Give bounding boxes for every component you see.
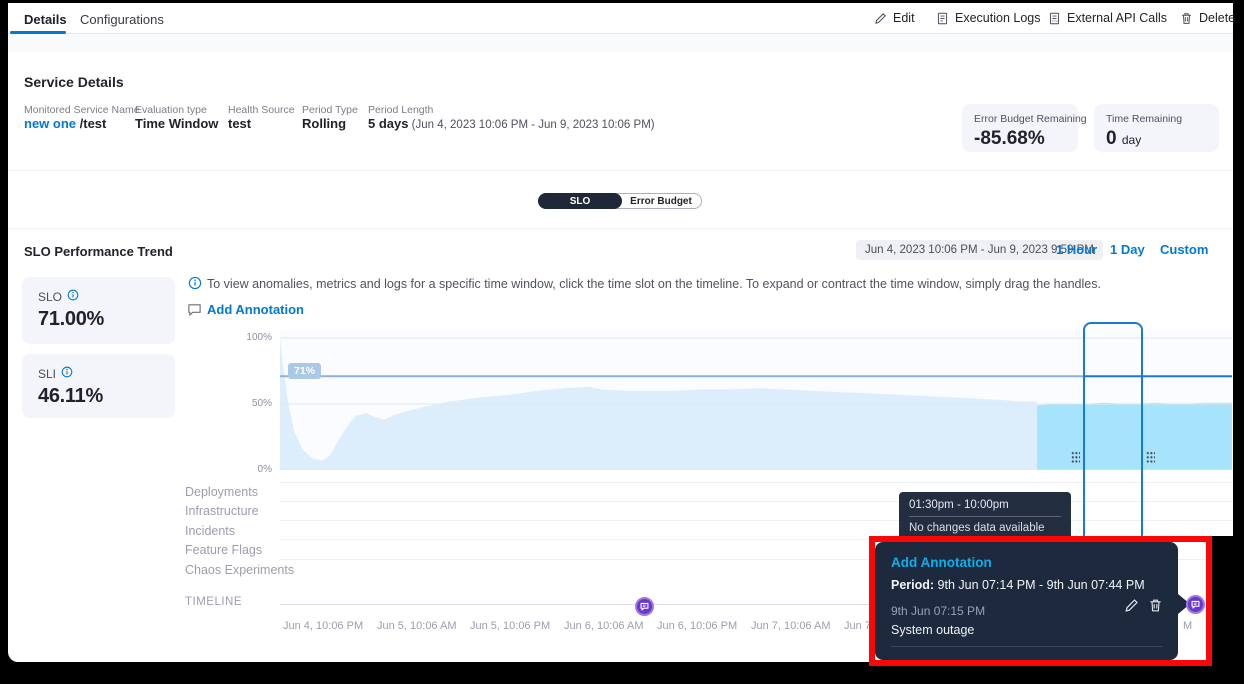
toggle-error-budget[interactable]: Error Budget <box>621 194 701 208</box>
annotation-bubble-icon <box>187 302 202 322</box>
delete-label: Delete <box>1199 11 1235 25</box>
range-1-day[interactable]: 1 Day <box>1110 242 1145 257</box>
period-length-range: (Jun 4, 2023 10:06 PM - Jun 9, 2023 10:0… <box>408 119 654 131</box>
row-label-feature-flags: Feature Flags <box>185 543 262 557</box>
time-remaining-card: Time Remaining 0 day <box>1094 104 1219 152</box>
sli-card-label: SLI <box>38 367 56 381</box>
field-label: Monitored Service Name <box>24 104 140 116</box>
pencil-icon <box>874 12 887 25</box>
service-details-title: Service Details <box>24 74 124 90</box>
execution-logs-label: Execution Logs <box>955 11 1040 25</box>
field-label: Period Length <box>368 104 433 116</box>
row-label-deployments: Deployments <box>185 485 258 499</box>
popup-period-value: 9th Jun 07:14 PM - 9th Jun 07:44 PM <box>934 578 1145 592</box>
tooltip-divider <box>909 516 1061 517</box>
trash-icon <box>1180 12 1193 25</box>
popup-add-annotation-link[interactable]: Add Annotation <box>891 555 1162 570</box>
x-axis-label-fragment: M <box>1183 620 1192 632</box>
execution-logs-button[interactable]: Execution Logs <box>936 11 1040 25</box>
service-link[interactable]: new one <box>24 116 76 131</box>
x-axis-label: Jun 5, 10:06 AM <box>377 620 457 632</box>
timeline-info-text: To view anomalies, metrics and logs for … <box>207 277 1157 291</box>
popup-period-label: Period: <box>891 578 934 592</box>
popup-divider <box>891 646 1162 647</box>
monitored-service-name: new one /test <box>24 116 106 131</box>
timeline-label: TIMELINE <box>185 596 242 608</box>
edit-label: Edit <box>893 11 915 25</box>
x-axis-label: Jun 6, 10:06 AM <box>564 620 644 632</box>
toggle-slo[interactable]: SLO <box>538 193 622 209</box>
document-icon <box>936 12 949 25</box>
tooltip-time-range: 01:30pm - 10:00pm <box>909 499 1061 511</box>
section-gap-band <box>8 34 1233 52</box>
field-label: Health Source <box>228 104 295 116</box>
edit-button[interactable]: Edit <box>874 11 915 25</box>
trend-title: SLO Performance Trend <box>24 244 173 259</box>
info-icon[interactable] <box>188 276 202 295</box>
popup-period: Period: 9th Jun 07:14 PM - 9th Jun 07:44… <box>891 578 1162 592</box>
section-divider <box>8 170 1233 171</box>
tab-bar: Details Configurations Edit Execution Lo… <box>8 3 1233 34</box>
time-selection-window[interactable] <box>1083 322 1143 542</box>
speech-bubble-icon <box>639 601 650 612</box>
popup-entry-text: System outage <box>891 623 1162 637</box>
slo-card-label: SLO <box>38 290 62 304</box>
edit-annotation-icon[interactable] <box>1124 598 1139 618</box>
stat-label: Time Remaining <box>1106 113 1207 125</box>
stat-value: -85.68% <box>974 128 1066 150</box>
row-label-infrastructure: Infrastructure <box>185 504 259 518</box>
row-label-incidents: Incidents <box>185 524 235 538</box>
health-source-value: test <box>228 116 251 131</box>
slo-card: SLO 71.00% <box>22 277 175 344</box>
view-toggle: SLO Error Budget <box>538 193 702 209</box>
sli-card-value: 46.11% <box>38 385 159 408</box>
y-axis-tick: 0% <box>232 464 272 475</box>
x-axis-label: Jun 4, 10:06 PM <box>283 620 363 632</box>
tab-details[interactable]: Details <box>24 12 67 27</box>
range-1-hour[interactable]: 1 Hour <box>1056 242 1097 257</box>
evaluation-type-value: Time Window <box>135 116 218 131</box>
x-axis-label: Jun 6, 10:06 PM <box>657 620 737 632</box>
selection-left-handle[interactable] <box>1071 451 1080 463</box>
active-tab-underline <box>10 31 66 34</box>
period-length-value: 5 days (Jun 4, 2023 10:06 PM - Jun 9, 20… <box>368 116 655 131</box>
row-label-chaos-experiments: Chaos Experiments <box>185 563 294 577</box>
slo-target-badge: 71% <box>288 363 321 379</box>
sli-card: SLI 46.11% <box>22 354 175 418</box>
time-remaining-unit: day <box>1122 133 1141 147</box>
x-axis-label: Jun 7, 10:06 AM <box>751 620 831 632</box>
external-api-calls-label: External API Calls <box>1067 11 1167 25</box>
period-length-days: 5 days <box>368 116 408 131</box>
changes-tooltip: 01:30pm - 10:00pm No changes data availa… <box>899 492 1071 546</box>
stat-value: 0 day <box>1106 128 1207 150</box>
info-icon[interactable] <box>67 289 79 304</box>
annotation-marker-icon[interactable] <box>635 597 654 616</box>
tooltip-body: No changes data available <box>909 522 1061 534</box>
external-api-calls-button[interactable]: External API Calls <box>1048 11 1167 25</box>
service-env-suffix: /test <box>76 116 106 131</box>
popup-entry-time: 9th Jun 07:15 PM <box>891 604 1162 618</box>
range-custom[interactable]: Custom <box>1160 242 1208 257</box>
slo-card-value: 71.00% <box>38 308 159 331</box>
annotation-marker-icon[interactable] <box>1186 595 1205 614</box>
field-label: Period Type <box>302 104 358 116</box>
speech-bubble-icon <box>1190 599 1201 610</box>
selection-right-handle[interactable] <box>1146 451 1155 463</box>
section-divider <box>8 228 1233 229</box>
y-axis-tick: 50% <box>232 398 272 409</box>
y-axis-tick: 100% <box>232 332 272 343</box>
period-type-value: Rolling <box>302 116 346 131</box>
tab-configurations[interactable]: Configurations <box>80 12 164 27</box>
delete-annotation-icon[interactable] <box>1148 598 1163 618</box>
info-icon[interactable] <box>61 366 73 381</box>
delete-button[interactable]: Delete <box>1180 11 1235 25</box>
time-remaining-number: 0 <box>1106 128 1117 149</box>
stat-label: Error Budget Remaining <box>974 113 1066 125</box>
field-label: Evaluation type <box>135 104 207 116</box>
screenshot-black-patch <box>1212 536 1244 684</box>
add-annotation-link[interactable]: Add Annotation <box>207 302 304 317</box>
document-icon <box>1048 12 1061 25</box>
error-budget-remaining-card: Error Budget Remaining -85.68% <box>962 104 1078 152</box>
x-axis-label: Jun 5, 10:06 PM <box>470 620 550 632</box>
